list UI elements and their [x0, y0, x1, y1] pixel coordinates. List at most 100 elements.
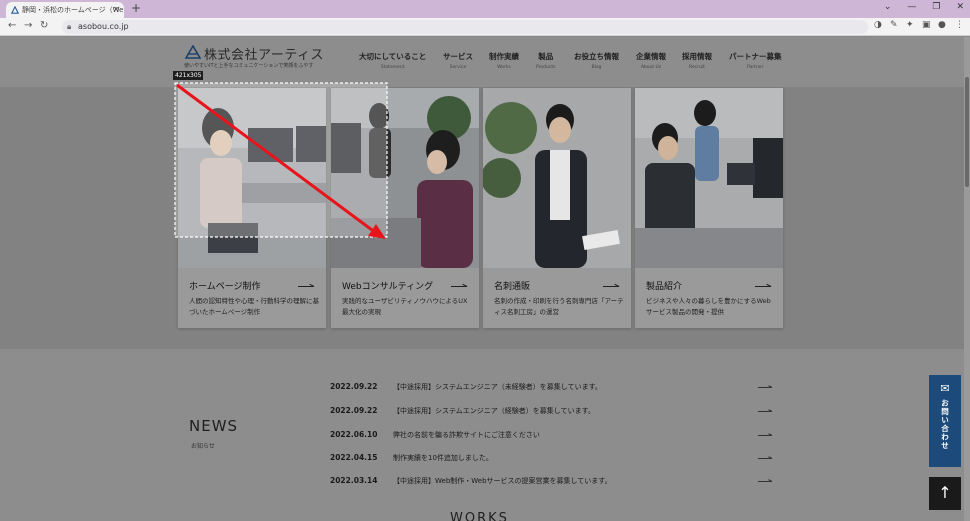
nav-label: 企業情報	[636, 52, 666, 61]
contact-button[interactable]: ✉ お問い合わせ	[929, 375, 961, 467]
office-photo	[635, 88, 783, 268]
arrow-right-icon	[298, 282, 314, 287]
news-item[interactable]: 2022.06.10 弊社の名前を騙る詐欺サイトにご注意ください	[330, 430, 772, 444]
news-text: 【中途採用】Web制作・Webサービスの提案営業を募集しています。	[393, 477, 612, 485]
favicon-icon	[11, 6, 19, 14]
puzzle-icon[interactable]: ✦	[906, 20, 914, 30]
news-date: 2022.03.14	[330, 476, 378, 485]
service-card-web-consulting[interactable]: Webコンサルティング 実践的なユーザビリティノウハウによるUX最大化の実現	[331, 88, 479, 328]
card-description: 人間の認知特性や心理・行動科学の理解に基づいたホームページ制作	[189, 297, 319, 316]
selection-size-label: 421x305	[173, 71, 204, 80]
news-text: 制作実績を10件追加しました。	[393, 454, 493, 462]
tab-search-icon[interactable]: ⌄	[884, 2, 892, 12]
office-photo	[331, 88, 479, 268]
extension-icon[interactable]: ◑	[874, 20, 882, 30]
card-title: 製品紹介	[646, 282, 683, 292]
news-item[interactable]: 2022.04.15 制作実績を10件追加しました。	[330, 453, 772, 467]
url-field[interactable]: 🔒︎ asobou.co.jp	[62, 20, 868, 34]
card-description: 名刺の作成・印刷を行う名刺専門店「アーティス名刺工房」の運営	[494, 297, 624, 316]
lock-icon: 🔒︎	[67, 22, 72, 31]
contact-label: お問い合わせ	[940, 399, 950, 450]
nav-label: 大切にしていること	[359, 52, 427, 61]
service-card-business-cards[interactable]: 名刺通販 名刺の作成・印刷を行う名刺専門店「アーティス名刺工房」の運営	[483, 88, 631, 328]
mail-icon: ✉	[940, 382, 950, 395]
arrow-right-icon	[758, 384, 772, 388]
back-icon[interactable]: ←	[8, 20, 16, 31]
arrow-right-icon	[758, 478, 772, 482]
nav-sublabel: Products	[536, 65, 556, 70]
page-scrollbar[interactable]	[964, 37, 970, 521]
tab-close-icon[interactable]: ×	[112, 2, 120, 18]
news-item[interactable]: 2022.09.22 【中途採用】システムエンジニア（未経験者）を募集しています。	[330, 382, 772, 396]
card-title: ホームページ制作	[189, 282, 261, 292]
nav-sublabel: About Us	[640, 65, 662, 70]
nav-partner[interactable]: パートナー募集 Partner	[729, 51, 782, 70]
nav-statement[interactable]: 大切にしていること Statement	[359, 51, 426, 70]
office-photo	[178, 88, 326, 268]
news-subheading: お知らせ	[191, 443, 215, 450]
new-tab-button[interactable]: +	[131, 1, 141, 15]
service-card-products[interactable]: 製品紹介 ビジネスや人々の暮らしを豊かにするWebサービス製品の開発・提供	[635, 88, 783, 328]
nav-label: 制作実績	[489, 52, 519, 61]
nav-sublabel: Service	[449, 65, 467, 70]
service-card-web-production[interactable]: ホームページ制作 人間の認知特性や心理・行動科学の理解に基づいたホームページ制作	[178, 88, 326, 328]
card-title: Webコンサルティング	[342, 282, 434, 292]
nav-service[interactable]: サービス Service	[443, 51, 473, 70]
nav-sublabel: Partner	[747, 65, 764, 70]
works-heading: WORKS	[450, 511, 509, 521]
web-page: 株式会社アーティス 使いやすいITと上手なコミュニケーションで笑顔をふやす 大切…	[0, 37, 964, 521]
window-controls: ⌄ — ❐ ✕	[884, 2, 964, 12]
card-description: ビジネスや人々の暮らしを豊かにするWebサービス製品の開発・提供	[646, 297, 771, 316]
news-heading: NEWS	[189, 417, 239, 435]
close-window-icon[interactable]: ✕	[956, 2, 964, 12]
nav-works[interactable]: 制作実績 Works	[489, 51, 519, 70]
scrollbar-thumb[interactable]	[965, 77, 969, 187]
nav-products[interactable]: 製品 Products	[536, 51, 555, 70]
arrow-right-icon	[603, 282, 619, 287]
office-photo	[483, 88, 631, 268]
news-text: 弊社の名前を騙る詐欺サイトにご注意ください	[393, 431, 540, 439]
restore-icon[interactable]: ❐	[932, 2, 940, 12]
logo-name: 株式会社アーティス	[204, 48, 324, 63]
nav-label: パートナー募集	[729, 52, 782, 61]
nav-label: 採用情報	[682, 52, 712, 61]
service-band	[0, 87, 964, 349]
news-text: 【中途採用】システムエンジニア（未経験者）を募集しています。	[393, 383, 602, 391]
arrow-right-icon	[451, 282, 467, 287]
url-text: asobou.co.jp	[78, 22, 129, 31]
minimize-icon[interactable]: —	[907, 2, 916, 12]
tab-title: 静岡・浜松のホームページ（Webサイ	[22, 6, 124, 14]
back-to-top-button[interactable]: ↑	[929, 477, 961, 510]
nav-label: 製品	[538, 52, 554, 61]
nav-blog[interactable]: お役立ち情報 Blog	[574, 51, 619, 70]
browser-tab[interactable]: 静岡・浜松のホームページ（Webサイ ×	[6, 2, 124, 18]
news-date: 2022.04.15	[330, 453, 378, 462]
news-date: 2022.09.22	[330, 406, 378, 415]
nav-sublabel: Statement	[380, 65, 405, 70]
sidebar-icon[interactable]: ▣	[922, 20, 931, 30]
news-item[interactable]: 2022.09.22 【中途採用】システムエンジニア（経験者）を募集しています。	[330, 406, 772, 420]
nav-label: お役立ち情報	[574, 52, 619, 61]
nav-sublabel: Blog	[591, 65, 602, 70]
forward-icon[interactable]: →	[24, 20, 32, 31]
arrow-right-icon	[758, 432, 772, 436]
news-date: 2022.06.10	[330, 430, 378, 439]
menu-icon[interactable]: ⋮	[955, 20, 964, 30]
pen-icon[interactable]: ✎	[890, 20, 898, 30]
arrow-right-icon	[755, 282, 771, 287]
reload-icon[interactable]: ↻	[40, 20, 48, 31]
nav-sublabel: Works	[497, 65, 511, 70]
nav-sublabel: Recruit	[689, 65, 705, 70]
profile-icon[interactable]: ●	[938, 20, 946, 30]
news-date: 2022.09.22	[330, 382, 378, 391]
nav-recruit[interactable]: 採用情報 Recruit	[682, 51, 712, 70]
logo-tagline: 使いやすいITと上手なコミュニケーションで笑顔をふやす	[184, 63, 314, 69]
news-item[interactable]: 2022.03.14 【中途採用】Web制作・Webサービスの提案営業を募集してい…	[330, 476, 772, 490]
news-text: 【中途採用】システムエンジニア（経験者）を募集しています。	[393, 407, 595, 415]
card-title: 名刺通販	[494, 282, 531, 292]
card-description: 実践的なユーザビリティノウハウによるUX最大化の実現	[342, 297, 468, 316]
tab-bar: 静岡・浜松のホームページ（Webサイ × + ⌄ — ❐ ✕	[0, 0, 970, 18]
arrow-right-icon	[758, 408, 772, 412]
nav-about[interactable]: 企業情報 About Us	[636, 51, 666, 70]
nav-label: サービス	[443, 52, 473, 61]
